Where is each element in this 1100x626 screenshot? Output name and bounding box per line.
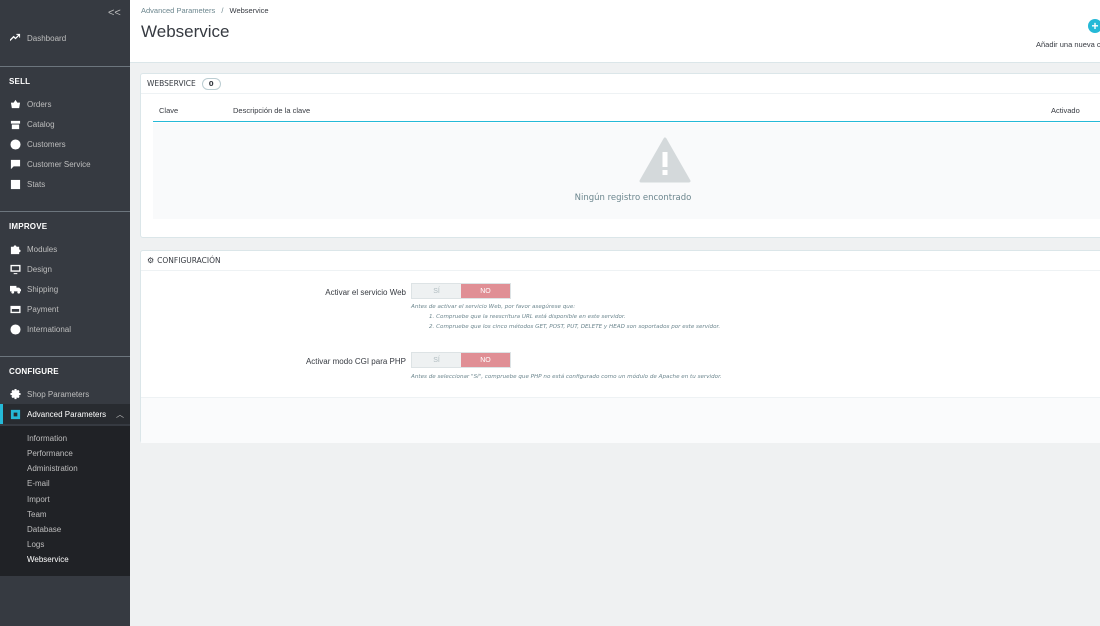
sidebar-item-customer-service[interactable]: Customer Service xyxy=(0,154,130,174)
sidebar-item-customers[interactable]: Customers xyxy=(0,134,130,154)
count-badge: 0 xyxy=(201,77,221,90)
help-item: 2. Compruebe que los cinco métodos GET, … xyxy=(429,324,721,330)
empty-state: Ningún registro encontrado xyxy=(153,123,1100,219)
panel-footer xyxy=(141,397,1100,443)
chat-icon xyxy=(9,158,21,170)
sidebar-divider xyxy=(0,356,130,357)
column-header-enabled[interactable]: Activado xyxy=(1051,106,1080,115)
sidebar-item-label: Dashboard xyxy=(27,33,67,43)
sidebar-item-payment[interactable]: Payment xyxy=(0,299,130,319)
submenu-item-information[interactable]: Information xyxy=(27,434,67,443)
breadcrumb: Advanced Parameters / Webservice xyxy=(141,6,269,15)
field-label-cgi-mode: Activar modo CGI para PHP xyxy=(305,357,406,366)
add-circle-icon[interactable]: + xyxy=(1088,19,1100,33)
column-header-key[interactable]: Clave xyxy=(159,106,178,115)
sidebar-item-label: Payment xyxy=(27,304,59,314)
sidebar-item-label: Advanced Parameters xyxy=(27,409,107,419)
sidebar-item-dashboard[interactable]: Dashboard xyxy=(0,28,130,48)
section-title-improve: IMPROVE xyxy=(9,222,48,231)
settings-icon xyxy=(9,388,21,400)
sidebar-item-modules[interactable]: Modules xyxy=(0,239,130,259)
sidebar-item-label: Modules xyxy=(27,244,58,254)
section-title-sell: SELL xyxy=(9,77,31,86)
sidebar-item-catalog[interactable]: Catalog xyxy=(0,114,130,134)
sidebar-item-stats[interactable]: Stats xyxy=(0,174,130,194)
help-intro: Antes de activar el servicio Web, por fa… xyxy=(411,304,576,310)
panel-title: CONFIGURACIÓN xyxy=(157,256,221,265)
help-text-cgi-mode: Antes de seleccionar "Sí", compruebe que… xyxy=(411,374,722,380)
panel-heading: ⚙ CONFIGURACIÓN xyxy=(141,251,1100,271)
empty-state-message: Ningún registro encontrado xyxy=(574,193,692,203)
add-new-button-label[interactable]: Añadir una nueva c xyxy=(1036,40,1100,49)
warning-icon xyxy=(639,137,691,183)
sidebar-item-label: Design xyxy=(27,264,52,274)
settings-applications-icon xyxy=(9,408,21,420)
help-text-enable-webservice: Antes de activar el servicio Web, por fa… xyxy=(411,302,720,332)
table-header: Clave Descripción de la clave Activado xyxy=(153,98,1100,122)
sidebar-item-label: Catalog xyxy=(27,119,55,129)
sidebar-item-advanced-parameters[interactable]: Advanced Parameters ︿ xyxy=(0,404,130,424)
submenu-item-database[interactable]: Database xyxy=(27,525,61,534)
credit-card-icon xyxy=(9,303,21,315)
sidebar-divider xyxy=(0,211,130,212)
column-header-description[interactable]: Descripción de la clave xyxy=(233,106,310,115)
desktop-icon xyxy=(9,263,21,275)
sidebar-item-label: Stats xyxy=(27,179,46,189)
globe-icon xyxy=(9,323,21,335)
sidebar: << Dashboard SELL Orders Catalog Custome… xyxy=(0,0,130,626)
sidebar-item-label: Customer Service xyxy=(27,159,91,169)
switch-option-no[interactable]: NO xyxy=(461,284,510,298)
help-item: 1. Compruebe que la reescritura URL está… xyxy=(429,314,626,320)
submenu-item-administration[interactable]: Administration xyxy=(27,464,78,473)
sidebar-item-label: International xyxy=(27,324,72,334)
sidebar-item-orders[interactable]: Orders xyxy=(0,94,130,114)
submenu-item-team[interactable]: Team xyxy=(27,510,47,519)
breadcrumb-current: Webservice xyxy=(229,6,269,15)
puzzle-icon xyxy=(9,243,21,255)
section-title-configure: CONFIGURE xyxy=(9,367,59,376)
breadcrumb-separator: / xyxy=(221,6,224,15)
truck-icon xyxy=(9,283,21,295)
cogs-icon: ⚙ xyxy=(147,256,155,265)
sidebar-item-international[interactable]: International xyxy=(0,319,130,339)
sidebar-divider xyxy=(0,66,130,67)
cgi-mode-switch[interactable]: SÍ NO xyxy=(411,352,511,368)
page-header: Advanced Parameters / Webservice Webserv… xyxy=(130,0,1100,63)
collapse-sidebar-button[interactable]: << xyxy=(108,7,121,19)
sidebar-item-label: Shop Parameters xyxy=(27,389,90,399)
trending-up-icon xyxy=(9,32,21,44)
enable-webservice-switch[interactable]: SÍ NO xyxy=(411,283,511,299)
page-title: Webservice xyxy=(141,22,230,41)
submenu-item-performance[interactable]: Performance xyxy=(27,449,73,458)
store-icon xyxy=(9,118,21,130)
shopping-basket-icon xyxy=(9,98,21,110)
submenu-item-email[interactable]: E-mail xyxy=(27,479,50,488)
sidebar-item-label: Customers xyxy=(27,139,66,149)
switch-option-yes[interactable]: SÍ xyxy=(412,284,461,298)
chevron-up-icon: ︿ xyxy=(116,409,124,419)
switch-option-no[interactable]: NO xyxy=(461,353,510,367)
field-label-enable-webservice: Activar el servicio Web xyxy=(325,288,406,297)
sidebar-item-shipping[interactable]: Shipping xyxy=(0,279,130,299)
account-circle-icon xyxy=(9,138,21,150)
advanced-parameters-submenu: Information Performance Administration E… xyxy=(0,426,130,576)
switch-option-yes[interactable]: SÍ xyxy=(412,353,461,367)
submenu-item-logs[interactable]: Logs xyxy=(27,540,44,549)
panel-heading: WEBSERVICE 0 xyxy=(141,74,1100,94)
bar-chart-icon xyxy=(9,178,21,190)
sidebar-item-shop-parameters[interactable]: Shop Parameters xyxy=(0,384,130,404)
panel-title: WEBSERVICE xyxy=(147,79,196,88)
sidebar-item-label: Shipping xyxy=(27,284,59,294)
sidebar-item-design[interactable]: Design xyxy=(0,259,130,279)
breadcrumb-parent-link[interactable]: Advanced Parameters xyxy=(141,6,215,15)
sidebar-item-label: Orders xyxy=(27,99,52,109)
submenu-item-import[interactable]: Import xyxy=(27,495,50,504)
webservice-panel: WEBSERVICE 0 Clave Descripción de la cla… xyxy=(140,73,1100,238)
submenu-item-webservice[interactable]: Webservice xyxy=(27,555,69,564)
configuration-panel: ⚙ CONFIGURACIÓN Activar el servicio Web … xyxy=(140,250,1100,443)
